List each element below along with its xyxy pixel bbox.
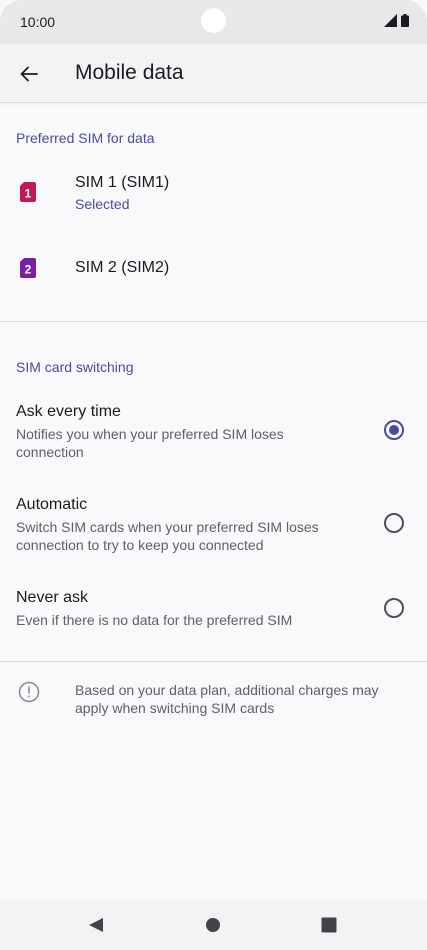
navigation-bar <box>0 900 427 950</box>
option-description: Even if there is no data for the preferr… <box>16 612 293 628</box>
status-bar: 10:00 <box>0 0 427 44</box>
option-description: Switch SIM cards when your preferred SIM… <box>16 519 319 553</box>
switching-header: SIM card switching <box>16 359 134 375</box>
option-automatic[interactable]: Automatic Switch SIM cards when your pre… <box>0 496 427 576</box>
nav-back-button[interactable] <box>85 914 107 936</box>
option-title: Ask every time <box>16 403 121 420</box>
sim-card-1-icon: 1 <box>20 182 36 202</box>
preferred-sim-header: Preferred SIM for data <box>16 130 155 146</box>
signal-icon <box>384 14 397 27</box>
back-triangle-icon <box>89 918 103 932</box>
battery-icon <box>401 14 409 27</box>
back-arrow-icon <box>20 66 38 82</box>
back-button[interactable] <box>14 59 44 89</box>
info-icon <box>18 681 40 703</box>
sim-2-title: SIM 2 (SIM2) <box>75 259 170 276</box>
info-text: Based on your data plan, additional char… <box>75 682 379 716</box>
radio-never-ask[interactable] <box>384 598 404 618</box>
home-circle-icon <box>206 918 220 932</box>
sim-2-item[interactable]: 2 SIM 2 (SIM2) <box>0 238 427 298</box>
info-divider <box>0 661 427 662</box>
option-title: Never ask <box>16 589 89 606</box>
sim-1-status: Selected <box>75 196 130 212</box>
sim-2-number: 2 <box>25 263 32 277</box>
radio-ask-every-time[interactable] <box>384 420 404 440</box>
nav-home-button[interactable] <box>202 914 224 936</box>
status-time: 10:00 <box>20 14 56 30</box>
sim-1-item[interactable]: 1 SIM 1 (SIM1) Selected <box>0 162 427 222</box>
option-never-ask[interactable]: Never ask Even if there is no data for t… <box>0 589 427 669</box>
status-icons <box>384 14 409 27</box>
option-title: Automatic <box>16 496 88 513</box>
page-title: Mobile data <box>75 61 184 84</box>
option-ask-every-time[interactable]: Ask every time Notifies you when your pr… <box>0 403 427 483</box>
section-divider <box>0 321 427 322</box>
camera-cutout <box>201 8 226 33</box>
app-bar: Mobile data <box>0 44 427 103</box>
nav-recents-button[interactable] <box>318 914 340 936</box>
option-description: Notifies you when your preferred SIM los… <box>16 426 284 460</box>
sim-1-number: 1 <box>25 187 32 201</box>
sim-1-title: SIM 1 (SIM1) <box>75 174 170 191</box>
radio-automatic[interactable] <box>384 513 404 533</box>
sim-card-2-icon: 2 <box>20 258 36 278</box>
recents-square-icon <box>321 917 337 933</box>
